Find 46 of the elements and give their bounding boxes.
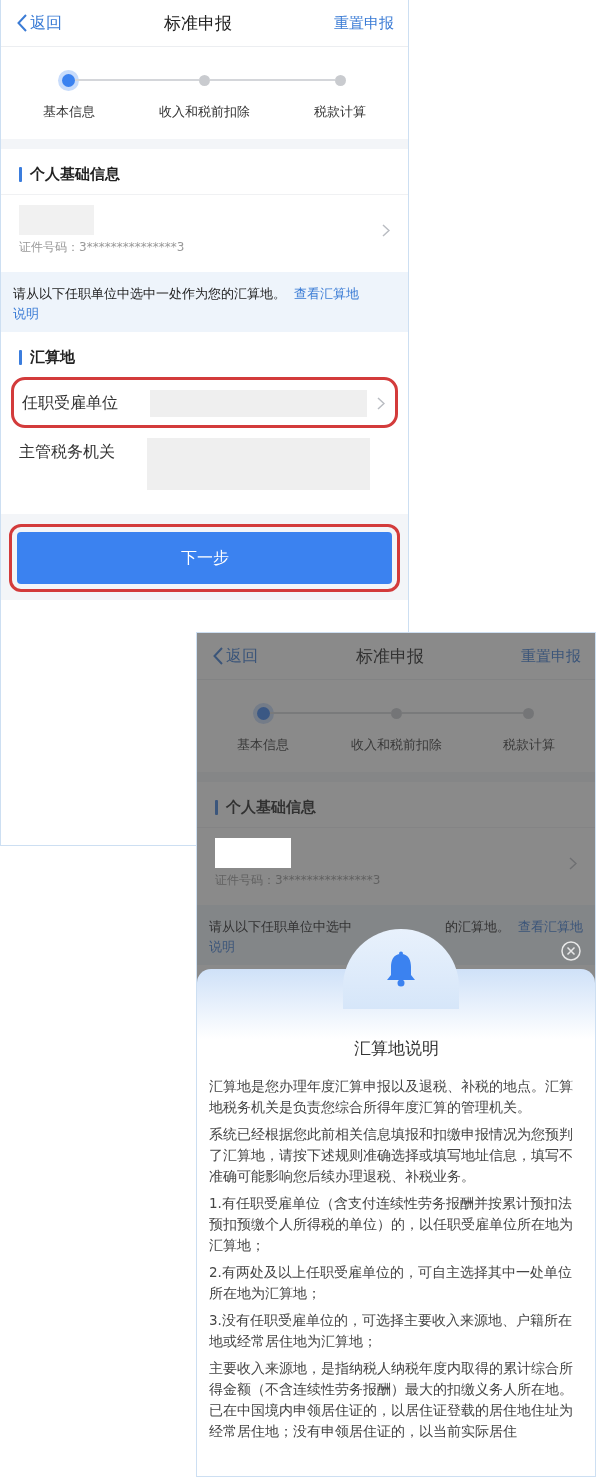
- screen-title: 标准申报: [355, 644, 424, 668]
- explanation-link[interactable]: 查看汇算地: [294, 286, 359, 301]
- reset-link[interactable]: 重置申报: [334, 13, 394, 33]
- notice-text: 请从以下任职单位中选中: [209, 918, 352, 936]
- highlighted-row[interactable]: 任职受雇单位: [11, 377, 398, 428]
- id-number: 证件号码：3***************3: [19, 239, 185, 256]
- section-heading: 个人基础信息: [226, 798, 316, 817]
- section-heading: 个人基础信息: [30, 165, 120, 184]
- bell-icon: [384, 951, 418, 987]
- explanation-link[interactable]: 查看汇算地: [518, 917, 583, 937]
- dialog-paragraph: 2.有两处及以上任职受雇单位的，可自主选择其中一处单位所在地为汇算地；: [209, 1263, 573, 1303]
- field-label: 任职受雇单位: [22, 393, 119, 414]
- dialog-paragraph: 主要收入来源地，是指纳税人纳税年度内取得的累计综合所得金额（不含连续性劳务报酬）最大的扣缴义务人所在地。已在中国境内申领居住证的，以居住证登载的居住地住址为经常居住地；没有申领居住证的，以当前实际居住: [209, 1359, 574, 1441]
- dialog-paragraph: 1.有任职受雇单位（含支付连续性劳务报酬并按累计预扣法预扣预缴个人所得税的单位）的，以任职受雇单位所在地为汇算地；: [209, 1194, 574, 1255]
- step-label: 基本信息: [237, 736, 290, 754]
- chevron-left-icon: [17, 14, 27, 32]
- dialog-paragraph: 3.没有任职受雇单位的，可选择主要收入来源地、户籍所在地或经常居住地为汇算地；: [209, 1311, 573, 1351]
- next-button[interactable]: 下一步: [17, 532, 392, 584]
- dialog-paragraph: 系统已经根据您此前相关信息填报和扣缴申报情况为您预判了汇算地，请按下述规则准确选择或填写地址信息，填写不准确可能影响您后续办理退税、补税业务。: [209, 1125, 574, 1186]
- section-heading: 汇算地: [30, 348, 75, 367]
- close-button[interactable]: [561, 941, 581, 961]
- step-label: 收入和税前扣除: [350, 736, 442, 754]
- field-label: 主管税务机关: [19, 441, 116, 463]
- chevron-right-icon: [569, 857, 577, 870]
- back-button[interactable]: 返回: [17, 12, 62, 34]
- reset-link[interactable]: 重置申报: [521, 646, 581, 666]
- dialog-paragraph: 汇算地是您办理年度汇算申报以及退税、补税的地点。汇算地税务机关是负责您综合所得年度汇算的管理机关。: [209, 1077, 574, 1117]
- chevron-left-icon: [213, 647, 223, 665]
- chevron-right-icon: [382, 224, 390, 237]
- heading-bar: [215, 800, 218, 815]
- heading-bar: [19, 167, 22, 182]
- person-row[interactable]: 证件号码：3***************3: [1, 194, 408, 266]
- dialog-title: 汇算地说明: [352, 1037, 440, 1060]
- explanation-link[interactable]: 说明: [209, 939, 235, 954]
- notice-text: 的汇算地。: [445, 918, 510, 936]
- step-label: 税款计算: [314, 103, 367, 121]
- screen-title: 标准申报: [164, 11, 232, 35]
- back-button[interactable]: 返回: [213, 645, 258, 667]
- notice-text: 请从以下任职单位中选中一处作为您的汇算地。: [13, 286, 286, 301]
- step-label: 基本信息: [42, 103, 95, 121]
- close-icon: [561, 941, 581, 961]
- step-label: 税款计算: [502, 736, 555, 754]
- explanation-link[interactable]: 说明: [13, 306, 39, 321]
- step-label: 收入和税前扣除: [159, 103, 250, 121]
- form-row[interactable]: 主管税务机关: [11, 428, 398, 498]
- heading-bar: [19, 350, 22, 365]
